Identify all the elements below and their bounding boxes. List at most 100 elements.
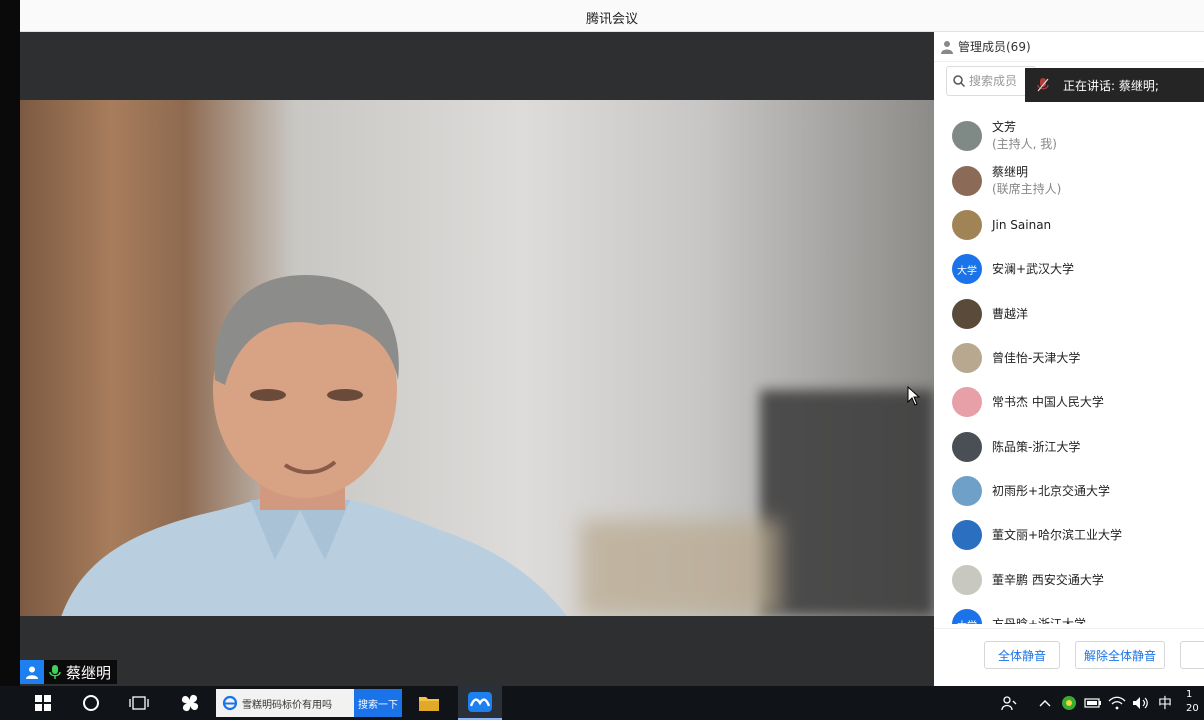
- unmute-all-button[interactable]: 解除全体静音: [1075, 641, 1165, 669]
- taskbar-search-button[interactable]: 搜索一下: [354, 689, 402, 717]
- list-item[interactable]: 文芳 (主持人, 我): [934, 116, 1204, 156]
- tencent-meeting-button[interactable]: [458, 686, 502, 720]
- avatar: [952, 299, 982, 329]
- file-explorer-button[interactable]: [410, 686, 448, 720]
- list-item[interactable]: 曹越洋: [934, 294, 1204, 334]
- avatar: [952, 432, 982, 462]
- member-name: 曾佳怡-天津大学: [992, 350, 1081, 365]
- battery-icon: [1084, 698, 1101, 708]
- member-name: 方丹晗+浙江大学: [992, 616, 1087, 625]
- pinwheel-app-icon: [181, 694, 199, 712]
- mute-all-button[interactable]: 全体静音: [984, 641, 1060, 669]
- member-name: 安澜+武汉大学: [992, 261, 1075, 276]
- input-method-button[interactable]: 中: [1154, 686, 1176, 720]
- system-clock[interactable]: 1 20: [1186, 688, 1199, 716]
- member-role: (主持人, 我): [992, 137, 1057, 151]
- list-item[interactable]: 陈品策-浙江大学: [934, 427, 1204, 467]
- people-button[interactable]: [998, 686, 1020, 720]
- member-search-input[interactable]: [969, 74, 1031, 88]
- member-name: 蔡继明: [992, 165, 1029, 179]
- member-search-box[interactable]: [946, 66, 1036, 96]
- folder-icon: [419, 697, 439, 711]
- background-blur-object: [760, 390, 934, 616]
- more-button[interactable]: [1180, 641, 1204, 669]
- avatar: [952, 121, 982, 151]
- pinwheel-app-button[interactable]: [172, 686, 208, 720]
- search-icon: [953, 75, 965, 87]
- member-role: (联席主持人): [992, 182, 1062, 196]
- cortana-button[interactable]: [74, 686, 108, 720]
- wifi-icon: [1108, 696, 1126, 710]
- avatar: [952, 166, 982, 196]
- list-item[interactable]: 大学 安澜+武汉大学: [934, 249, 1204, 289]
- taskbar-search-box[interactable]: 雪糕明码标价有用吗 搜索一下: [216, 689, 402, 717]
- members-panel-footer: 全体静音 解除全体静音: [934, 628, 1204, 686]
- avatar: [952, 387, 982, 417]
- list-item[interactable]: 董辛鹏 西安交通大学: [934, 560, 1204, 600]
- wifi-button[interactable]: [1106, 686, 1128, 720]
- avatar: 大学: [952, 254, 982, 284]
- now-speaking-banner: 正在讲话: 蔡继明;: [1025, 68, 1204, 102]
- member-name: 常书杰 中国人民大学: [992, 394, 1104, 409]
- list-item[interactable]: 曾佳怡-天津大学: [934, 338, 1204, 378]
- windows-start-button[interactable]: [26, 686, 60, 720]
- green-tray-app-icon: [1062, 696, 1076, 710]
- avatar: [952, 520, 982, 550]
- avatar: [952, 565, 982, 595]
- list-item[interactable]: 董文丽+哈尔滨工业大学: [934, 515, 1204, 555]
- member-name: 陈品策-浙江大学: [992, 439, 1081, 454]
- list-item[interactable]: 蔡继明 (联席主持人): [934, 161, 1204, 201]
- cortana-circle-icon: [83, 695, 99, 711]
- avatar: 大学: [952, 609, 982, 624]
- battery-button[interactable]: [1082, 686, 1104, 720]
- person-icon: [941, 40, 953, 54]
- background-blur-table: [580, 520, 780, 616]
- avatar: [952, 343, 982, 373]
- members-panel: 管理成员(69) 正在讲话: 蔡继明; 文芳 (主持人, 我) 蔡继明 (联席主持人…: [934, 32, 1204, 686]
- tencent-meeting-icon: [468, 692, 492, 712]
- video-area[interactable]: [20, 32, 934, 686]
- taskbar: 雪糕明码标价有用吗 搜索一下 中 1 20: [0, 686, 1204, 720]
- speaker-video-image: [61, 275, 567, 616]
- members-panel-title: 管理成员(69): [958, 40, 1031, 54]
- avatar: [952, 476, 982, 506]
- avatar: [952, 210, 982, 240]
- now-speaking-text: 正在讲话: 蔡继明;: [1063, 78, 1159, 93]
- user-icon: [20, 660, 44, 684]
- clock-time: 1: [1186, 689, 1193, 700]
- list-item[interactable]: 大学 方丹晗+浙江大学: [934, 604, 1204, 624]
- member-info: 文芳 (主持人, 我): [992, 119, 1057, 153]
- window-title: 腾讯会议: [585, 12, 638, 27]
- tray-app-button[interactable]: [1058, 686, 1080, 720]
- member-name: 初雨彤+北京交通大学: [992, 483, 1111, 498]
- member-name: 董辛鹏 西安交通大学: [992, 572, 1104, 587]
- internet-explorer-icon: [222, 695, 238, 711]
- list-item[interactable]: 常书杰 中国人民大学: [934, 382, 1204, 422]
- list-item[interactable]: Jin Sainan: [934, 205, 1204, 245]
- left-edge: [0, 0, 20, 686]
- show-hidden-icons-button[interactable]: [1036, 686, 1054, 720]
- title-bar: 腾讯会议: [20, 0, 1204, 32]
- windows-logo-icon: [35, 695, 51, 711]
- member-info: 蔡继明 (联席主持人): [992, 164, 1061, 198]
- people-icon: [1001, 696, 1017, 711]
- speaker-volume-icon: [1133, 697, 1148, 709]
- list-item[interactable]: 初雨彤+北京交通大学: [934, 471, 1204, 511]
- member-name: 董文丽+哈尔滨工业大学: [992, 527, 1123, 542]
- mouse-cursor-icon: [907, 386, 921, 406]
- chevron-up-icon: [1039, 700, 1051, 707]
- member-list[interactable]: 文芳 (主持人, 我) 蔡继明 (联席主持人) Jin Sainan 大学 安澜+武…: [934, 114, 1204, 624]
- task-view-icon: [129, 696, 149, 710]
- member-name: 曹越洋: [992, 306, 1029, 321]
- input-method-indicator: 中: [1158, 696, 1172, 712]
- screen: 腾讯会议 蔡继明 管理成员(69) 搜索成员 正在讲话: 蔡继明; 文芳 (主持…: [0, 0, 1204, 720]
- member-name: Jin Sainan: [992, 217, 1052, 232]
- video-frame: [20, 100, 934, 616]
- member-name: 文芳: [992, 120, 1017, 134]
- task-view-button[interactable]: [122, 686, 156, 720]
- volume-button[interactable]: [1130, 686, 1152, 720]
- muted-microphone-icon: [1037, 78, 1049, 92]
- active-speaker-label: 蔡继明: [20, 660, 118, 684]
- taskbar-search-text: 雪糕明码标价有用吗: [242, 699, 332, 711]
- clock-date: 20: [1186, 703, 1199, 714]
